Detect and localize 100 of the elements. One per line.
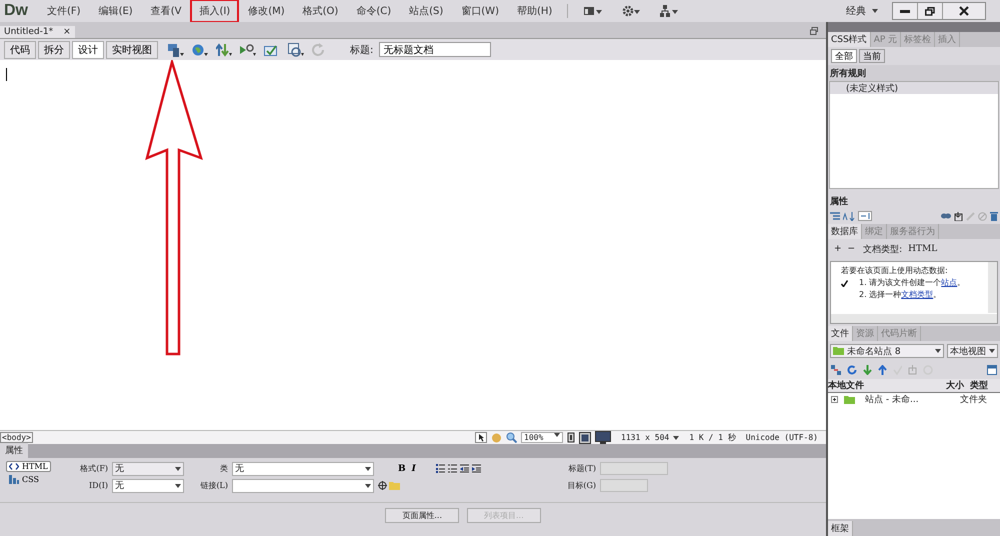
document-tab[interactable]: Untitled-1* × [0,26,75,38]
caret-icon [554,433,560,437]
trash-icon[interactable] [990,212,998,220]
menu-item[interactable]: 格式(O) [294,0,348,23]
menu-item[interactable]: 帮助(H) [508,0,562,23]
numbered-list-icon[interactable] [448,464,457,473]
transfer-arrows-icon[interactable] [216,42,232,56]
app-logo: Dw [4,2,28,20]
bullet-list-icon[interactable] [436,464,445,473]
link-field[interactable] [232,478,374,492]
download-icon[interactable] [863,365,872,375]
caret-icon [935,349,941,353]
check-in-icon[interactable] [908,365,917,375]
dynamic-data-intro: 若要在该页面上使用动态数据: [841,265,949,276]
category-view-icon[interactable] [830,212,840,220]
site-select[interactable]: 未命名站点 8 [830,344,944,358]
menu-item[interactable]: 编辑(E) [90,0,142,23]
window-size[interactable]: 1131 x 504 [621,433,670,442]
view-button[interactable]: 拆分 [38,40,70,58]
site-tree-icon[interactable] [660,5,678,17]
link-icon[interactable] [941,213,951,219]
filter-button[interactable]: 全部 [831,49,857,63]
view-select[interactable]: 本地视图 [947,344,998,358]
zoom-tool-icon[interactable] [506,432,518,443]
folder-icon [833,347,844,355]
view-button[interactable]: 实时视图 [106,40,158,58]
tag-selector[interactable]: <body> [0,432,33,443]
step-text: 1. 请为该文件创建一个站点。 [859,277,966,288]
tab-close-icon[interactable]: × [63,27,71,37]
mode-button[interactable]: CSS [6,474,42,485]
upload-icon[interactable] [878,365,887,375]
tablet-size-icon[interactable] [579,432,592,444]
caret-icon [175,466,181,470]
column-header[interactable]: 类型 [970,379,1000,392]
menu-item[interactable]: 查看(V [142,0,190,23]
panel-tab[interactable]: 数据库 [828,224,862,239]
view-button[interactable]: 设计 [72,40,104,58]
column-header[interactable]: 本地文件 [828,379,946,392]
panel-tab[interactable]: CSS样式 [828,32,871,47]
italic-button[interactable]: I [412,464,416,474]
rule-item[interactable]: (未定义样式) [830,82,998,94]
step-link[interactable]: 站点 [941,278,958,287]
format-select[interactable]: 无 [112,462,184,476]
minimize-icon [900,10,910,12]
rules-heading: 所有规则 [828,65,1000,81]
properties-title: 属性 [829,196,849,208]
new-rule-icon[interactable] [954,212,963,220]
check-page-icon[interactable] [264,42,280,56]
pointer-tool-icon[interactable] [475,432,488,443]
bold-button[interactable]: B [398,464,406,474]
menu-item[interactable]: 命令(C) [347,0,400,23]
set-properties-icon[interactable] [858,211,872,221]
view-button[interactable]: 代码 [4,40,36,58]
code-icon [9,463,19,470]
visual-aids-icon[interactable] [288,42,304,56]
heading-field[interactable] [600,462,668,475]
properties-tab[interactable]: 属性 [0,443,28,458]
menu-item[interactable]: 窗口(W) [452,0,508,23]
connect-icon[interactable] [831,365,841,375]
column-header[interactable]: 大小 [946,379,970,392]
step-link[interactable]: 文档类型 [901,290,934,299]
file-type: 文件夹 [960,394,988,406]
id-select[interactable]: 无 [112,478,184,492]
panel-action[interactable]: + [834,244,842,254]
text-cursor [6,68,7,81]
restore-panel-icon[interactable] [810,27,818,35]
doc-type-value: HTML [908,244,938,254]
menu-item[interactable]: 站点(S) [400,0,452,23]
outdent-icon[interactable] [460,464,469,473]
desktop-size-icon[interactable] [595,431,612,444]
indent-icon[interactable] [472,464,481,473]
globe-icon[interactable] [192,42,208,56]
filter-button[interactable]: 当前 [859,49,885,63]
format-label: 格式(F) [79,463,108,474]
zoom-select[interactable]: 100% [521,432,564,443]
preview-icon[interactable] [240,42,256,56]
layout-icon[interactable] [584,6,602,16]
menu-item[interactable]: 文件(F) [38,0,90,23]
file-row[interactable]: 站点 - 未命... 文件夹 [828,393,1000,405]
sort-az-icon[interactable] [843,212,855,220]
expand-icon[interactable] [831,396,838,403]
doc-type-label: 文档类型: [863,244,902,256]
mode-button[interactable]: HTML [6,461,51,472]
title-field[interactable]: 无标题文档 [379,42,492,57]
settings-icon[interactable] [622,5,640,17]
horizontal-scrollbar[interactable] [831,314,997,323]
vertical-scrollbar[interactable] [988,262,997,313]
encoding-label: Unicode (UTF-8) [746,433,818,442]
refresh-icon[interactable] [847,365,857,375]
workspace-switcher[interactable]: 经典 [846,4,878,18]
class-select[interactable]: 无 [232,462,374,476]
panel-tab[interactable]: 文件 [828,326,853,341]
point-to-file-icon[interactable] [378,481,387,490]
page-button[interactable]: 页面属性... [385,508,459,523]
panel-tab[interactable]: 框架 [828,521,853,536]
panel-action[interactable]: − [848,244,856,254]
heading-label: 标题(T) [567,463,596,474]
phone-size-icon[interactable] [567,432,576,443]
menu-item[interactable]: 修改(M) [239,0,294,23]
multiscreen-icon[interactable] [168,42,184,56]
